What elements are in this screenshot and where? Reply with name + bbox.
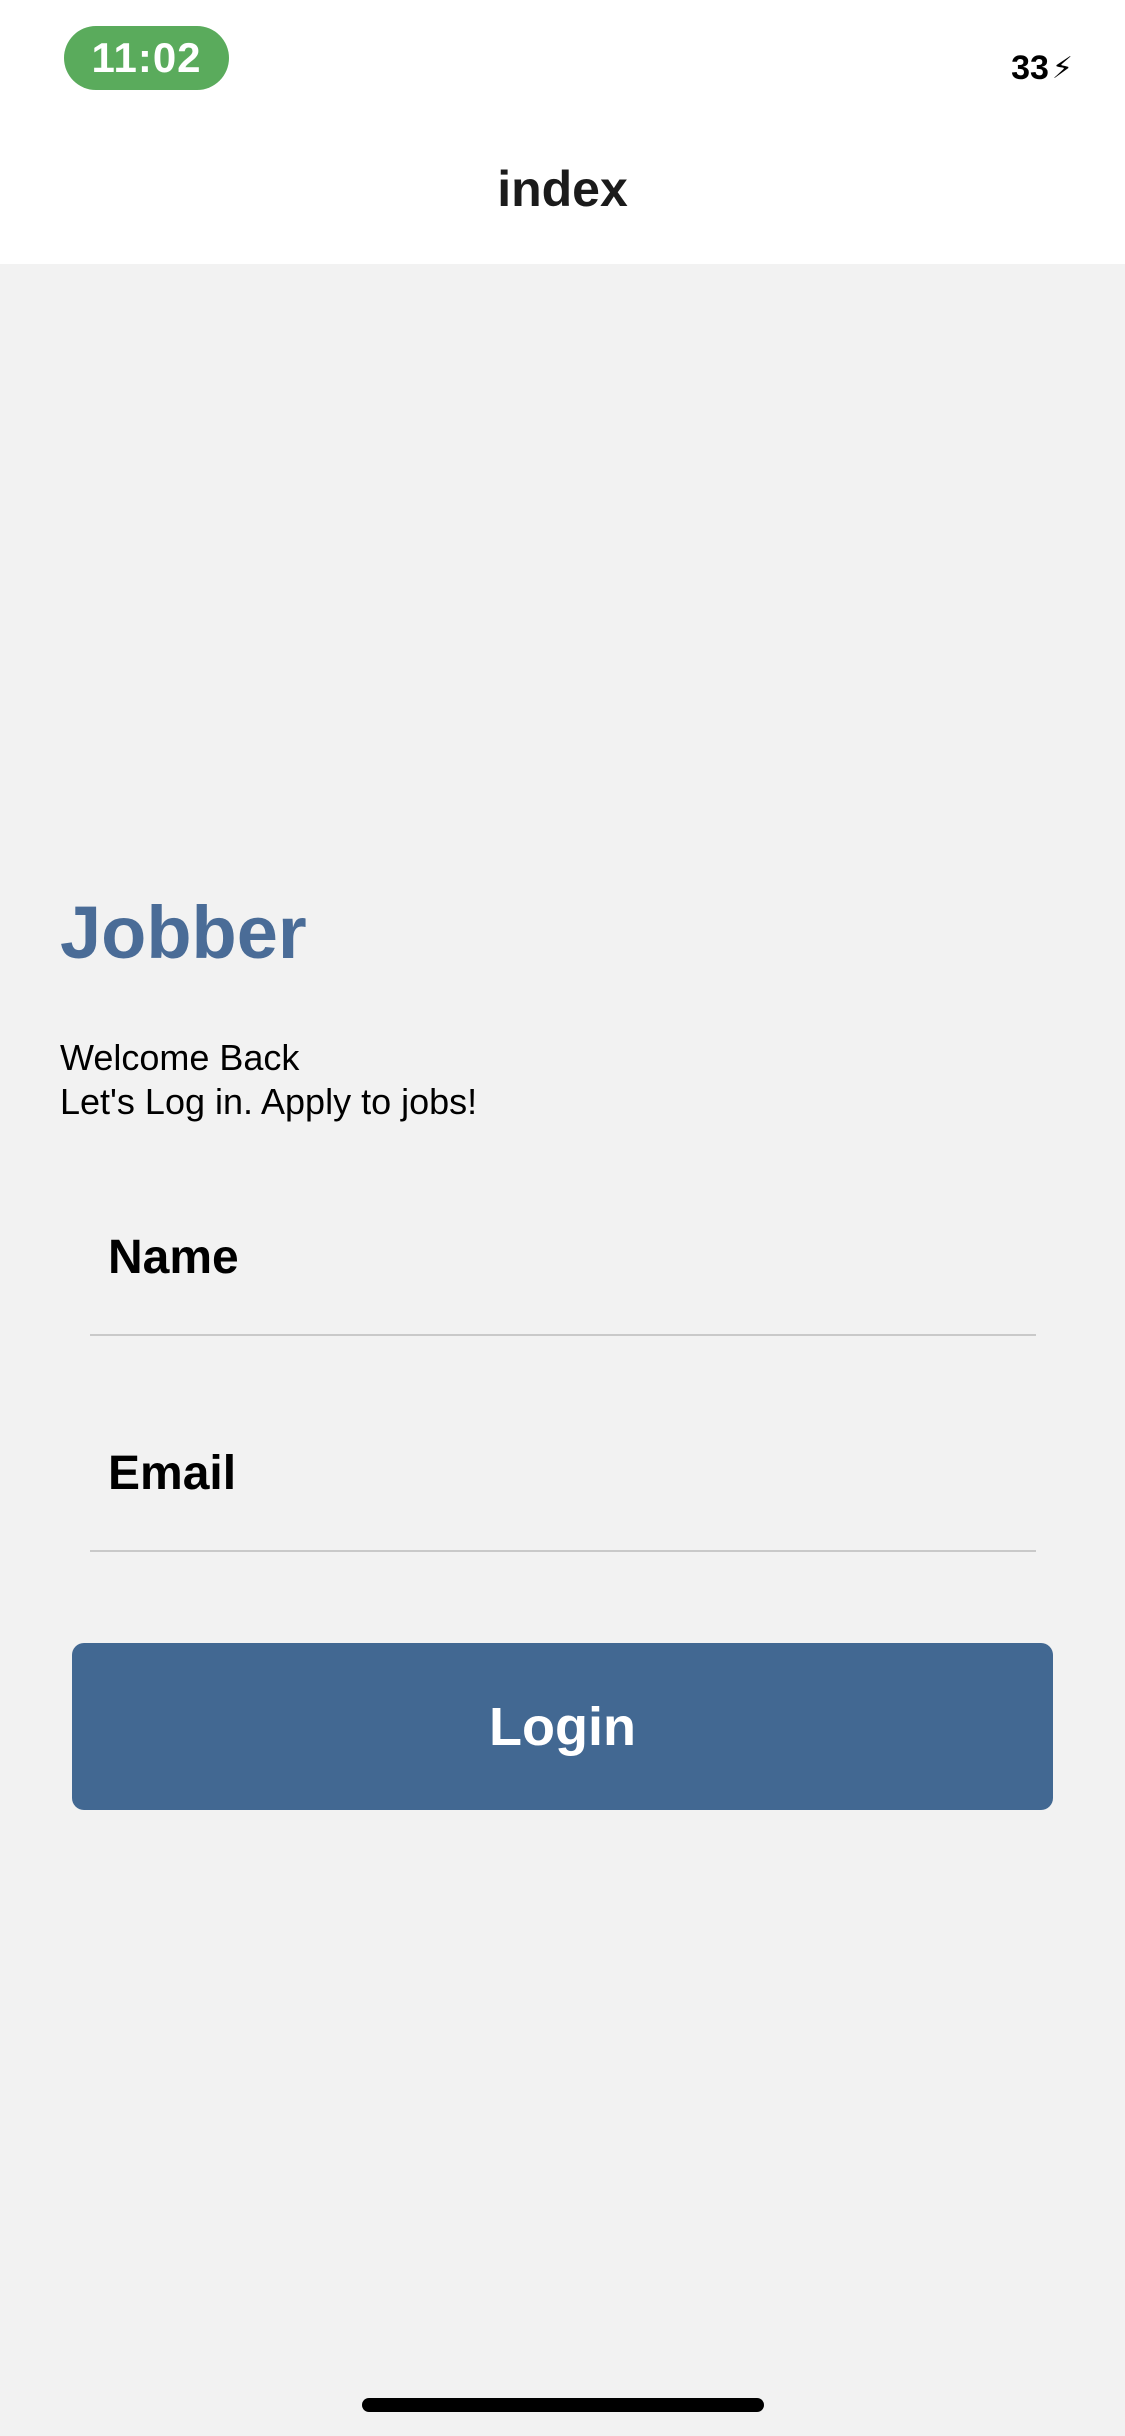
home-indicator[interactable] bbox=[362, 2398, 764, 2412]
battery-level: 33 bbox=[1008, 48, 1049, 87]
page-title: index bbox=[497, 161, 628, 217]
status-time: 11:02 bbox=[64, 26, 229, 90]
brand-title: Jobber bbox=[60, 891, 307, 974]
email-input-underline bbox=[90, 1550, 1036, 1552]
welcome-heading: Welcome Back bbox=[60, 1037, 300, 1078]
name-input[interactable]: Name bbox=[108, 1230, 239, 1285]
charging-bolt-icon: ⚡ bbox=[1051, 51, 1073, 85]
battery-indicator: 33 ⚡ bbox=[1008, 48, 1073, 88]
email-input[interactable]: Email bbox=[108, 1446, 236, 1501]
welcome-message: Welcome Back Let's Log in. Apply to jobs… bbox=[60, 1036, 477, 1124]
app-header: 11:02 33 ⚡ index bbox=[0, 0, 1125, 264]
login-button[interactable]: Login bbox=[72, 1643, 1053, 1810]
name-input-underline bbox=[90, 1334, 1036, 1336]
welcome-subtext: Let's Log in. Apply to jobs! bbox=[60, 1081, 478, 1122]
